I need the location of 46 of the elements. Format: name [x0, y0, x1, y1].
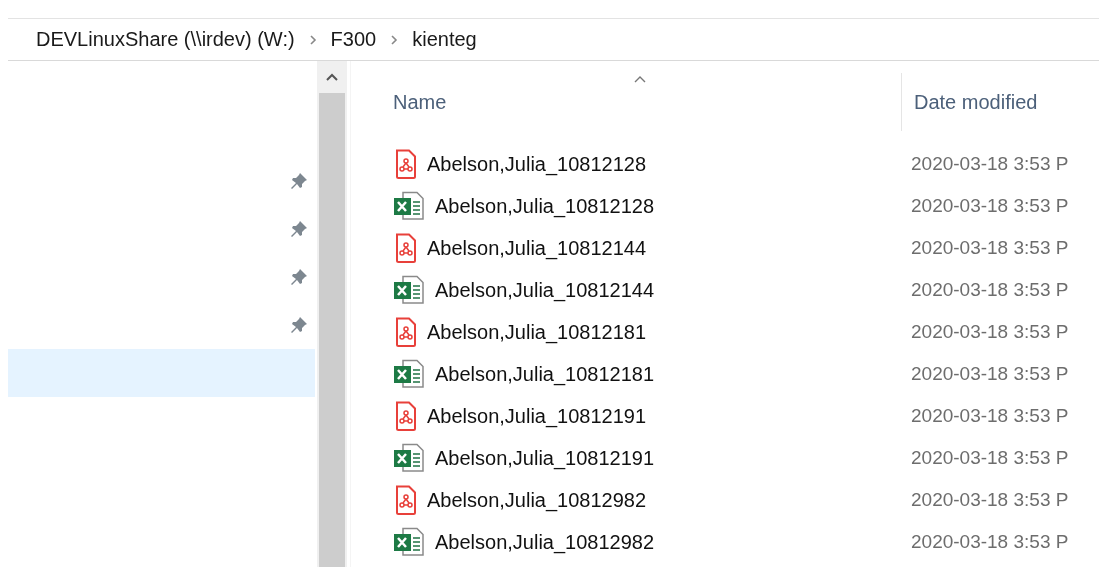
- date-modified: 2020-03-18 3:53 P: [911, 321, 1069, 343]
- pdf-file-icon: [393, 149, 419, 179]
- column-header[interactable]: Name: [393, 61, 901, 143]
- chevron-right-icon: [390, 33, 399, 46]
- column-header[interactable]: Date modified: [901, 73, 1038, 131]
- breadcrumb-item[interactable]: DEVLinuxShare (\\irdev) (W:): [36, 28, 295, 51]
- nav-item[interactable]: [8, 349, 315, 397]
- pin-icon: [289, 219, 309, 239]
- file-name[interactable]: Abelson,Julia_10812128: [435, 194, 655, 218]
- pdf-file-icon: [393, 485, 419, 515]
- sort-ascending-icon: [633, 75, 647, 84]
- file-name[interactable]: Abelson,Julia_10812128: [427, 152, 647, 176]
- spreadsheet-file-icon: [393, 359, 427, 389]
- file-name[interactable]: Abelson,Julia_10812191: [435, 446, 655, 470]
- date-modified: 2020-03-18 3:53 P: [911, 153, 1069, 175]
- date-modified: 2020-03-18 3:53 P: [911, 363, 1069, 385]
- breadcrumb-item[interactable]: F300: [330, 28, 377, 51]
- date-modified: 2020-03-18 3:53 P: [911, 237, 1069, 259]
- date-modified: 2020-03-18 3:53 P: [911, 405, 1069, 427]
- pdf-file-icon: [393, 233, 419, 263]
- file-name[interactable]: Abelson,Julia_10812144: [427, 236, 647, 260]
- file-name[interactable]: Abelson,Julia_10812181: [435, 362, 655, 386]
- date-modified: 2020-03-18 3:53 P: [911, 489, 1069, 511]
- breadcrumb-item[interactable]: kienteg: [412, 28, 477, 51]
- date-modified: 2020-03-18 3:53 P: [911, 279, 1069, 301]
- date-modified: 2020-03-18 3:53 P: [911, 447, 1069, 469]
- file-name[interactable]: Abelson,Julia_10812144: [435, 278, 655, 302]
- date-modified: 2020-03-18 3:53 P: [911, 531, 1069, 553]
- pin-icon: [289, 315, 309, 335]
- chevron-up-icon: [325, 72, 339, 82]
- pdf-file-icon: [393, 401, 419, 431]
- file-name[interactable]: Abelson,Julia_10812181: [427, 320, 647, 344]
- file-name[interactable]: Abelson,Julia_10812191: [427, 404, 647, 428]
- file-name[interactable]: Abelson,Julia_10812982: [427, 488, 647, 512]
- scrollbar-thumb[interactable]: [319, 93, 345, 567]
- scrollbar[interactable]: [317, 61, 347, 567]
- date-modified: 2020-03-18 3:53 P: [911, 195, 1069, 217]
- spreadsheet-file-icon: [393, 275, 427, 305]
- pin-icon: [289, 267, 309, 287]
- file-name[interactable]: Abelson,Julia_10812982: [435, 530, 655, 554]
- chevron-right-icon: [308, 33, 317, 46]
- spreadsheet-file-icon: [393, 527, 427, 557]
- spreadsheet-file-icon: [393, 443, 427, 473]
- spreadsheet-file-icon: [393, 191, 427, 221]
- pin-icon: [289, 171, 309, 191]
- pdf-file-icon: [393, 317, 419, 347]
